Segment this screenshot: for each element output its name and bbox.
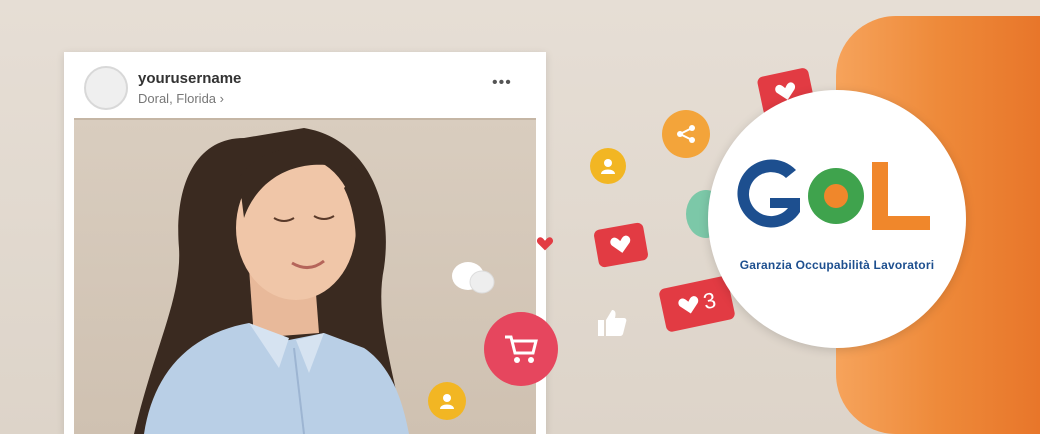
user-icon <box>428 382 466 420</box>
post-header: yourusername Doral, Florida › ••• <box>64 52 546 118</box>
heart-bubble-icon <box>593 221 649 269</box>
cart-icon <box>484 312 558 386</box>
user-icon <box>590 148 626 184</box>
post-location[interactable]: Doral, Florida › <box>138 91 224 106</box>
social-post-card: yourusername Doral, Florida › ••• <box>64 52 546 434</box>
gol-tagline: Garanzia Occupabilità Lavoratori <box>739 258 935 272</box>
banner: yourusername Doral, Florida › ••• 3 Gara… <box>0 0 1040 434</box>
like-counter-icon: 3 <box>658 275 736 333</box>
comment-icon <box>448 258 500 302</box>
avatar[interactable] <box>84 66 128 110</box>
like-count: 3 <box>701 287 719 315</box>
share-icon <box>662 110 710 158</box>
heart-icon <box>536 236 554 252</box>
gol-logo-badge: Garanzia Occupabilità Lavoratori <box>708 90 966 348</box>
gol-logo <box>737 159 930 230</box>
post-username[interactable]: yourusername <box>138 70 241 87</box>
thumbs-up-icon <box>594 306 628 338</box>
more-options-icon[interactable]: ••• <box>492 74 512 92</box>
